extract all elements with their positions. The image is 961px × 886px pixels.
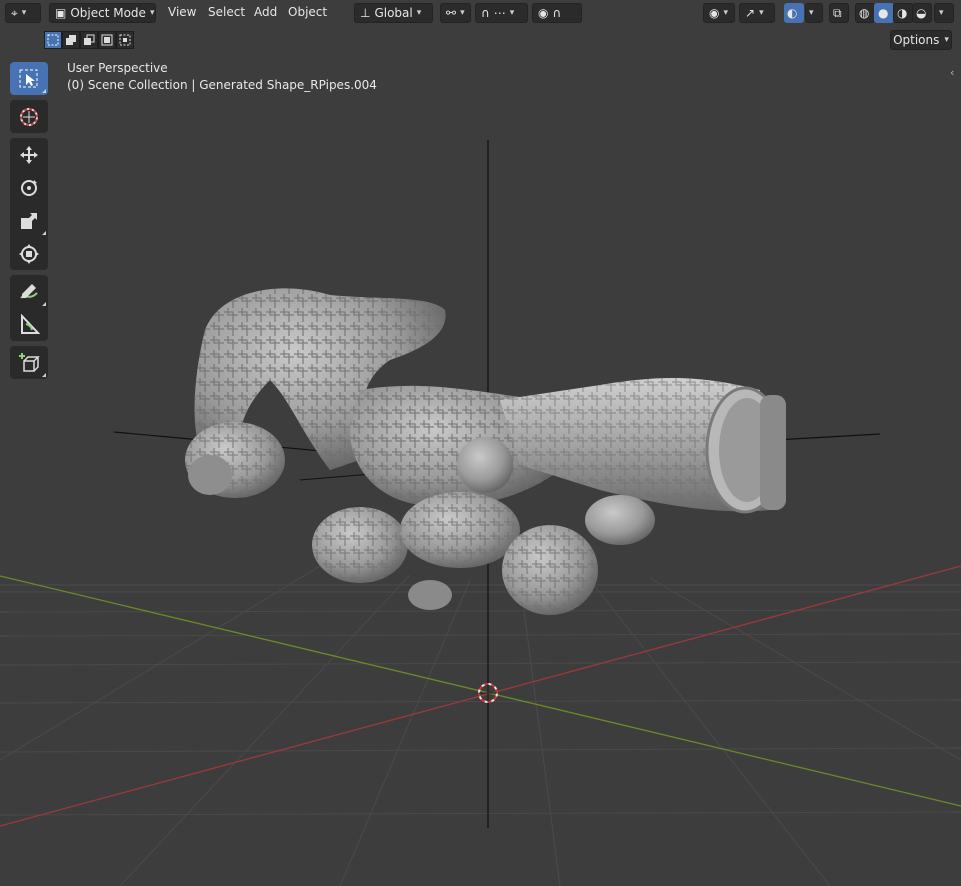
shading-material[interactable]: ◑ bbox=[893, 3, 913, 23]
select-extend-icon[interactable] bbox=[62, 31, 80, 49]
chevron-down-icon: ▾ bbox=[416, 8, 422, 18]
wireframe-sphere-icon: ◍ bbox=[859, 6, 870, 20]
gizmo-dropdown[interactable]: ↗ ▾ bbox=[739, 3, 775, 23]
chevron-down-icon: ▾ bbox=[809, 8, 814, 18]
chevron-down-icon: ▾ bbox=[509, 8, 515, 18]
chevron-down-icon: ▾ bbox=[759, 8, 764, 18]
measure-icon bbox=[21, 313, 40, 334]
eye-icon: ◉ bbox=[709, 6, 720, 20]
shading-rendered[interactable]: ◒ bbox=[912, 3, 932, 23]
generated-mesh bbox=[185, 288, 786, 615]
rotate-icon bbox=[21, 179, 37, 196]
overlays-icon: ◐ bbox=[787, 6, 798, 20]
chevron-down-icon: ▾ bbox=[460, 8, 465, 18]
tool-transform[interactable] bbox=[10, 237, 48, 270]
select-new-icon[interactable] bbox=[44, 31, 62, 49]
menu-add[interactable]: Add bbox=[254, 5, 277, 19]
pivot-dropdown[interactable]: ⚯ ▾ bbox=[440, 3, 471, 23]
move-icon bbox=[20, 145, 38, 164]
orientation-label: Global bbox=[374, 6, 413, 20]
chevron-down-icon: ▾ bbox=[149, 8, 155, 18]
object-mode-icon: ▣ bbox=[55, 6, 67, 20]
selection-mode-group bbox=[44, 31, 134, 49]
solid-sphere-icon: ● bbox=[878, 6, 889, 20]
viewport-canvas bbox=[0, 140, 961, 886]
tool-add-cube[interactable] bbox=[10, 346, 48, 379]
menu-select[interactable]: Select bbox=[208, 5, 245, 19]
chevron-down-icon: ▾ bbox=[944, 35, 949, 45]
tool-move[interactable] bbox=[10, 138, 48, 171]
chevron-down-icon: ▾ bbox=[939, 8, 944, 18]
3d-cursor bbox=[478, 683, 498, 703]
transform-icon bbox=[19, 243, 39, 264]
options-label: Options bbox=[893, 33, 940, 47]
tool-shelf bbox=[10, 62, 48, 384]
select-subtract-icon[interactable] bbox=[80, 31, 98, 49]
menu-object[interactable]: Object bbox=[288, 5, 327, 19]
sidebar-toggle-icon[interactable]: ‹ bbox=[950, 66, 954, 79]
scale-icon bbox=[21, 212, 37, 229]
tool-select-box[interactable] bbox=[10, 62, 48, 95]
snap-increment-icon: ⋯ bbox=[493, 6, 506, 20]
shading-solid[interactable]: ● bbox=[874, 3, 894, 23]
orientation-icon: ⊥ bbox=[360, 6, 371, 20]
pivot-icon: ⚯ bbox=[446, 6, 457, 20]
material-sphere-icon: ◑ bbox=[897, 6, 908, 20]
orientation-dropdown[interactable]: ⊥ Global ▾ bbox=[354, 3, 433, 23]
visibility-dropdown[interactable]: ◉ ▾ bbox=[703, 3, 735, 23]
cursor-icon bbox=[20, 107, 38, 126]
select-box-icon bbox=[19, 69, 38, 87]
menu-view[interactable]: View bbox=[168, 5, 196, 19]
falloff-icon: ∩ bbox=[552, 6, 562, 20]
tool-annotate[interactable] bbox=[10, 275, 48, 308]
proportional-editing[interactable]: ◉ ∩ bbox=[532, 3, 582, 23]
proportional-editing-icon: ◉ bbox=[538, 6, 549, 20]
floor-grid bbox=[0, 559, 961, 886]
rendered-sphere-icon: ◒ bbox=[916, 6, 927, 20]
mode-dropdown[interactable]: ▣ Object Mode ▾ bbox=[49, 3, 156, 23]
overlays-toggle[interactable]: ◐ bbox=[784, 3, 804, 23]
magnet-icon: ∩ bbox=[481, 6, 490, 20]
xray-toggle[interactable]: ⧉ bbox=[829, 3, 849, 23]
gizmo-icon: ↗ bbox=[745, 6, 756, 20]
tool-scale[interactable] bbox=[10, 204, 48, 237]
select-invert-icon[interactable] bbox=[98, 31, 116, 49]
tool-rotate[interactable] bbox=[10, 171, 48, 204]
view-perspective-label: User Perspective bbox=[67, 61, 168, 75]
select-intersect-icon[interactable] bbox=[116, 31, 134, 49]
xray-icon: ⧉ bbox=[833, 5, 842, 20]
tool-cursor[interactable] bbox=[10, 100, 48, 133]
mode-label: Object Mode bbox=[70, 6, 146, 20]
chevron-down-icon: ▾ bbox=[21, 8, 27, 18]
editor-type-dropdown[interactable]: ⌖ ▾ bbox=[5, 3, 41, 23]
scene-collection-info: (0) Scene Collection | Generated Shape_R… bbox=[67, 78, 377, 92]
3d-viewport[interactable] bbox=[0, 0, 961, 886]
chevron-down-icon: ▾ bbox=[723, 8, 729, 18]
overlays-dropdown[interactable]: ▾ bbox=[805, 3, 823, 23]
options-dropdown[interactable]: Options ▾ bbox=[890, 30, 952, 50]
axis-editor-icon: ⌖ bbox=[11, 5, 18, 20]
add-cube-icon bbox=[19, 352, 40, 372]
tool-measure[interactable] bbox=[10, 308, 48, 341]
annotate-icon bbox=[20, 283, 38, 299]
snap-toggle[interactable]: ∩ ⋯ ▾ bbox=[475, 3, 528, 23]
viewport-header: ⌖ ▾ ▣ Object Mode ▾ View Select Add Objec… bbox=[0, 0, 961, 26]
shading-dropdown[interactable]: ▾ bbox=[934, 3, 954, 23]
shading-wireframe[interactable]: ◍ bbox=[855, 3, 875, 23]
